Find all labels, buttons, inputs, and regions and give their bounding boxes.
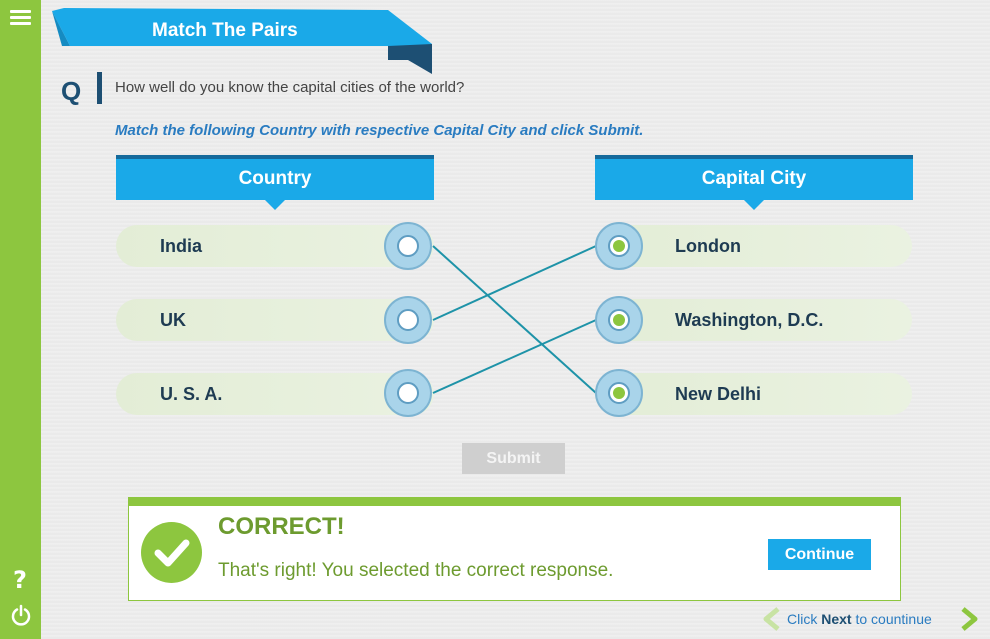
power-icon[interactable] (10, 604, 32, 626)
country-header: Country (116, 155, 434, 210)
page-title: Match The Pairs (152, 20, 298, 41)
instruction-text: Match the following Country with respect… (115, 122, 644, 139)
checkmark-icon (141, 522, 202, 583)
capital-label: Washington, D.C. (675, 310, 824, 330)
continue-button[interactable]: Continue (768, 539, 871, 570)
capital-node-washington[interactable] (595, 296, 643, 344)
submit-button[interactable]: Submit (462, 443, 565, 474)
country-node-uk[interactable] (384, 296, 432, 344)
country-label: U. S. A. (160, 384, 223, 404)
country-label: UK (160, 310, 186, 330)
footer-suffix: to countinue (855, 611, 932, 627)
previous-arrow-icon[interactable] (760, 607, 782, 636)
country-node-usa[interactable] (384, 369, 432, 417)
feedback-message: That's right! You selected the correct r… (218, 560, 614, 581)
question-divider (97, 72, 102, 104)
capital-label: London (675, 236, 741, 256)
sidebar: ? (0, 0, 41, 639)
capital-node-new-delhi[interactable] (595, 369, 643, 417)
question-text: How well do you know the capital cities … (115, 79, 465, 96)
footer-next-label: Next (821, 611, 852, 627)
title-ribbon: Match The Pairs (52, 8, 434, 74)
footer-prefix: Click (787, 611, 818, 627)
capital-label: New Delhi (675, 384, 762, 404)
capital-city-header: Capital City (595, 155, 913, 210)
help-icon[interactable]: ? (9, 568, 31, 592)
feedback-title: CORRECT! (218, 513, 345, 540)
next-arrow-icon[interactable] (959, 607, 981, 636)
footer-nav: Click Next to countinue (760, 605, 985, 635)
capital-node-london[interactable] (595, 222, 643, 270)
country-label: India (160, 236, 203, 256)
footer-hint: Click Next to countinue (787, 611, 932, 627)
question-marker: Q (61, 76, 82, 106)
menu-icon[interactable] (10, 10, 31, 26)
feedback-panel: CORRECT! That's right! You selected the … (128, 497, 901, 601)
country-node-india[interactable] (384, 222, 432, 270)
